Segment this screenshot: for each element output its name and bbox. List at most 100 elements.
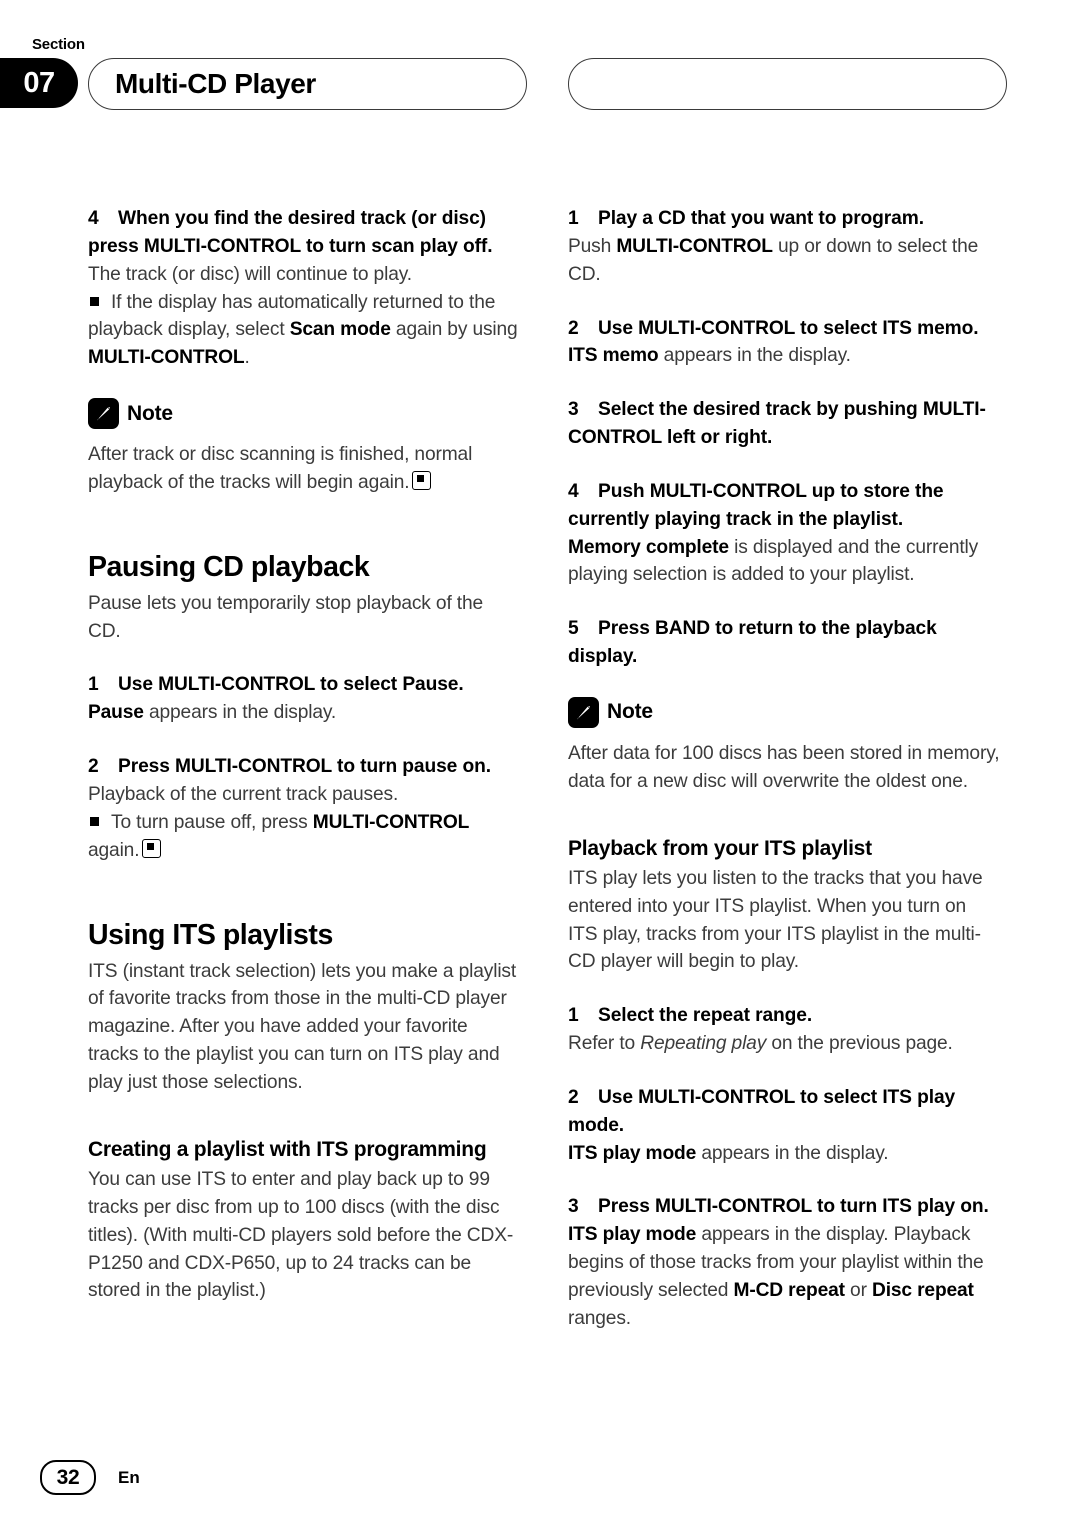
step-2-body-bold: ITS memo (568, 345, 659, 367)
step-2-body-post: appears in the display. (658, 345, 851, 367)
note-label-2: Note (607, 700, 653, 724)
its-prog-step-3-heading: 3 Select the desired track by pushing MUL… (568, 396, 1000, 452)
playback-step-2-heading: 2 Use MULTI-CONTROL to select ITS play mo… (568, 1084, 1000, 1140)
step-4-number: 4 (88, 208, 99, 229)
pausing-bullet-bold: MULTI-CONTROL (312, 811, 470, 833)
its-prog-step-5-number: 5 (568, 618, 579, 640)
heading-using-its-playlists: Using ITS playlists (88, 918, 333, 951)
header-pill-right-empty (568, 58, 1007, 110)
playback-step-1-body: Refer to Repeating play on the previous … (568, 1030, 1000, 1058)
pausing-step-1-number: 1 (88, 674, 99, 696)
page-number-badge: 32 (40, 1460, 96, 1495)
its-sub-body: You can use ITS to enter and play back u… (88, 1169, 514, 1302)
pausing-bullet-post: again. (88, 839, 140, 861)
its-prog-step-1-text: Play a CD that you want to program. (598, 208, 924, 229)
its-prog-step-4-number: 4 (568, 480, 579, 502)
section-number-badge: 07 (0, 58, 78, 108)
step-1-body-bold: MULTI-CONTROL (616, 235, 773, 257)
left-column: 4 When you find the desired track (or dis… (88, 205, 520, 1305)
its-prog-step-3-text: Select the desired track by pushing MULT… (568, 399, 986, 449)
playback-step-3-number: 3 (568, 1196, 579, 1218)
note-label-1: Note (127, 401, 173, 425)
pausing-intro: Pause lets you temporarily stop playback… (88, 592, 484, 642)
step-4-text: When you find the desired track (or disc… (88, 208, 493, 257)
pausing-step-2-bullet: To turn pause off, press MULTI-CONTROL a… (88, 809, 520, 865)
playback-step-3-text: Press MULTI-CONTROL to turn ITS play on. (598, 1196, 989, 1218)
its-prog-step-1-heading: 1 Play a CD that you want to program. (568, 205, 1000, 233)
note-header-1: Note (88, 398, 520, 430)
its-prog-step-5-heading: 5 Press BAND to return to the playback di… (568, 615, 1000, 671)
playback-step-2-text: Use MULTI-CONTROL to select ITS play mod… (568, 1086, 956, 1136)
square-bullet-icon (90, 816, 99, 826)
manual-page: Section 07 Multi-CD Player 4 When you fin… (0, 0, 1080, 1529)
its-prog-step-2-body: ITS memo appears in the display. (568, 342, 1000, 370)
page-header: Section 07 Multi-CD Player (0, 36, 1080, 110)
its-intro: ITS (instant track selection) lets you m… (88, 960, 517, 1093)
heading-creating-playlist-its-programming: Creating a playlist with ITS programming (88, 1137, 487, 1161)
end-of-section-marker (142, 838, 162, 858)
step-4-heading: 4 When you find the desired track (or dis… (88, 205, 520, 261)
page-footer: 32 En (40, 1460, 140, 1495)
its-prog-step-4-text: Push MULTI-CONTROL up to store the curre… (568, 480, 944, 530)
playback-step-1-number: 1 (568, 1005, 579, 1027)
its-prog-step-2-text: Use MULTI-CONTROL to select ITS memo. (598, 317, 979, 339)
bullet-mid: again by using (390, 319, 518, 341)
playback-3-post: ranges. (568, 1307, 631, 1329)
pausing-step-1-bold: Pause (88, 702, 144, 724)
pausing-step-1-heading: 1 Use MULTI-CONTROL to select Pause. (88, 671, 520, 699)
playback-2-bold: ITS play mode (568, 1142, 697, 1164)
playback-step-2-number: 2 (568, 1086, 579, 1108)
its-prog-step-1-number: 1 (568, 208, 579, 229)
note-body-2: After data for 100 discs has been stored… (568, 742, 1000, 792)
bullet-bold-scan-mode: Scan mode (289, 319, 391, 341)
heading-playback-from-your-its-playlist: Playback from your ITS playlist (568, 836, 872, 860)
step-4-body-bold: Memory complete (568, 536, 729, 558)
pausing-bullet-pre: To turn pause off, press (111, 811, 313, 833)
step-4-bullet: If the display has automatically returne… (88, 289, 520, 373)
square-bullet-icon (90, 296, 99, 306)
its-prog-step-2-number: 2 (568, 317, 579, 339)
heading-pausing-cd-playback: Pausing CD playback (88, 550, 370, 583)
pausing-step-2-heading: 2 Press MULTI-CONTROL to turn pause on. (88, 753, 520, 781)
step-1-body-pre: Push (568, 235, 617, 257)
its-prog-step-2-heading: 2 Use MULTI-CONTROL to select ITS memo. (568, 315, 1000, 343)
pausing-step-1-body: Pause appears in the display. (88, 699, 520, 727)
playback-intro: ITS play lets you listen to the tracks t… (568, 867, 983, 973)
playback-step-1-heading: 1 Select the repeat range. (568, 1002, 1000, 1030)
note-header-2: Note (568, 696, 1000, 728)
playback-1-post: on the previous page. (766, 1033, 953, 1055)
playback-step-3-heading: 3 Press MULTI-CONTROL to turn ITS play on… (568, 1193, 1000, 1221)
note-body-1: After track or disc scanning is finished… (88, 441, 520, 497)
its-prog-step-5-text: Press BAND to return to the playback dis… (568, 618, 937, 668)
playback-step-2-body: ITS play mode appears in the display. (568, 1140, 1000, 1168)
its-prog-step-4-heading: 4 Push MULTI-CONTROL up to store the curr… (568, 478, 1000, 534)
pausing-step-1-text: Use MULTI-CONTROL to select Pause. (118, 674, 464, 696)
playback-step-1-text: Select the repeat range. (598, 1005, 813, 1027)
pausing-step-1-rest: appears in the display. (143, 702, 337, 724)
end-of-section-marker (412, 470, 432, 490)
bullet-post: . (244, 347, 250, 369)
pausing-step-2-body: Playback of the current track pauses. (88, 784, 399, 806)
pencil-icon (568, 696, 599, 728)
pausing-step-2-text: Press MULTI-CONTROL to turn pause on. (118, 756, 491, 778)
step-4-body: The track (or disc) will continue to pla… (88, 263, 412, 285)
playback-3-bold-1: ITS play mode (568, 1224, 697, 1246)
playback-3-bold-2: M-CD repeat (733, 1279, 846, 1301)
playback-step-3-body: ITS play mode appears in the display. Pl… (568, 1221, 1000, 1332)
pencil-icon (88, 398, 119, 430)
